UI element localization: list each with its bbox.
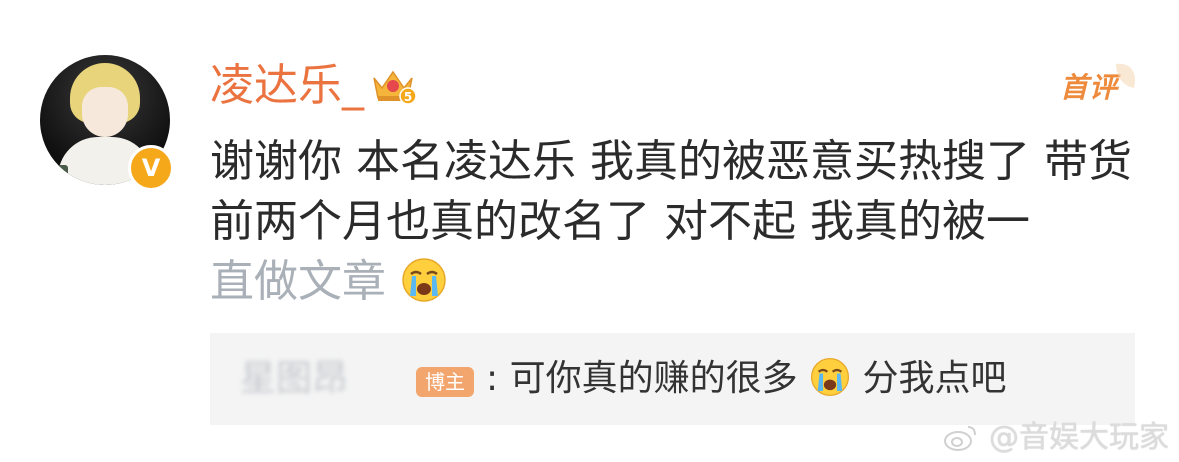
comment-body: 谢谢你 本名凌达乐 我真的被恶意买热搜了 带货前两个月也真的改名了 对不起 我真… [210,132,1150,312]
crown-level-icon: 5 [373,70,416,105]
cry-emoji-icon [402,258,446,302]
reply-text-part1: : 可你真的赚的很多 [486,358,798,399]
watermark: @音娱大玩家 [943,412,1169,456]
crown-level-number: 5 [404,90,412,104]
author-badge: 博主 [416,367,474,397]
reply-text-part2: 分我点吧 [862,358,1007,399]
weibo-logo-icon [944,426,977,451]
verified-badge-icon: V [128,145,174,191]
comment-text: 谢谢你 本名凌达乐 我真的被恶意买热搜了 带货前两个月也真的改名了 对不起 我真… [210,136,1132,247]
leaf-icon [1116,63,1136,88]
reply-author[interactable]: 星图昂 [240,351,348,407]
comment-text-faded: 直做文章 [210,256,386,307]
avatar-face [82,87,128,137]
first-comment-tag: 首评 [1060,71,1119,104]
avatar-bag [46,165,68,181]
cry-emoji-icon [811,357,850,397]
comment-username[interactable]: 凌达乐_ [210,58,364,114]
reply-text: : 可你真的赚的很多 分我点吧 [486,351,1007,407]
watermark-text: @音娱大玩家 [989,420,1169,455]
